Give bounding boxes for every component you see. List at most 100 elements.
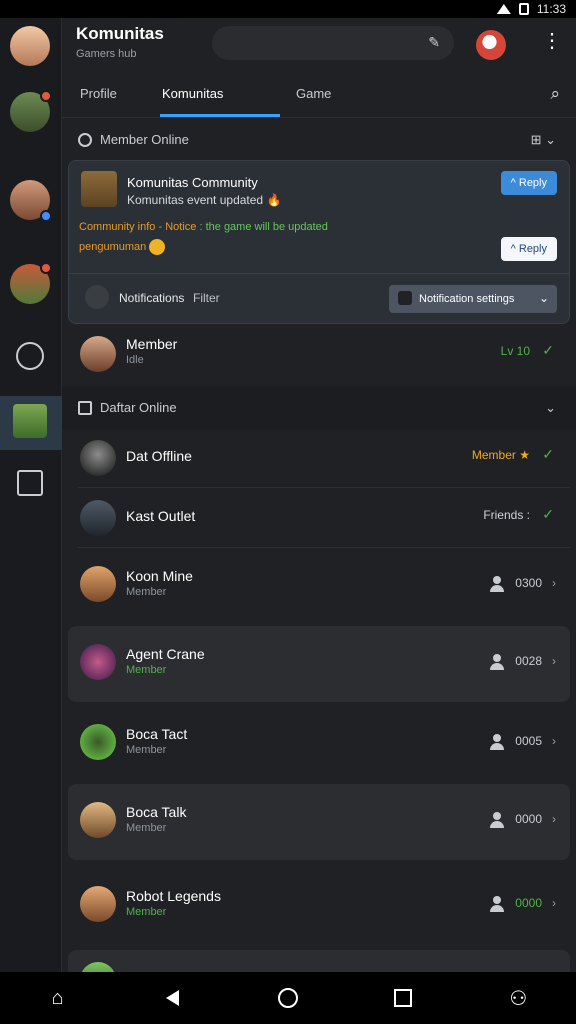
chevron-right-icon: › — [552, 734, 556, 748]
avatar — [80, 886, 116, 922]
row-name: Robot Legends — [126, 888, 221, 904]
back-button[interactable] — [155, 980, 191, 1016]
row-sub: Member — [126, 744, 167, 756]
voice-icon[interactable]: ✎ — [428, 34, 440, 51]
row-level: Lv 10 — [500, 344, 530, 358]
profile-avatar[interactable] — [10, 26, 50, 66]
member-count: 0300 — [515, 576, 542, 590]
chevron-right-icon: › — [552, 896, 556, 910]
list-item[interactable]: Kast Outlet Friends : ✓ — [68, 488, 570, 548]
pencil-icon — [398, 291, 412, 305]
user-avatar-button[interactable] — [476, 30, 506, 60]
avatar — [80, 802, 116, 838]
chevron-down-icon: ⌄ — [538, 291, 549, 305]
back-icon — [166, 990, 180, 1006]
section-header-online: Member Online — [78, 132, 189, 147]
foot-label-2[interactable]: Filter — [193, 291, 220, 305]
row-role: Member ★ — [471, 448, 530, 462]
list-item[interactable]: Boca Tact Member 0005 › — [68, 708, 570, 780]
notification-select[interactable]: Notification settings ⌄ — [389, 285, 557, 313]
community-avatar-1[interactable] — [10, 90, 52, 132]
member-count: 0000 — [515, 812, 542, 826]
more-options-icon[interactable]: ⋮ — [542, 28, 562, 53]
foot-label: Notifications — [119, 291, 185, 305]
list-item[interactable]: Boca Talk Member 0000 › — [68, 784, 570, 860]
collapse-toggle[interactable]: ⌄ — [545, 400, 556, 416]
list-item[interactable]: Agent Crane Member 0028 › — [68, 626, 570, 702]
avatar — [80, 962, 116, 972]
home-button[interactable] — [270, 980, 306, 1016]
status-bar: 11:33 — [0, 0, 576, 18]
active-tab-indicator — [160, 114, 280, 117]
card-avatar — [81, 171, 117, 207]
card-title: Komunitas Community — [127, 175, 258, 190]
list-item[interactable]: Dat Offline Member ★ ✓ — [68, 428, 570, 488]
card-note-line2: pengumuman — [79, 239, 166, 255]
chevron-right-icon: › — [552, 654, 556, 668]
row-sub: Member — [126, 586, 167, 598]
row-name: Dat Offline — [126, 448, 192, 464]
community-avatar-2[interactable] — [10, 180, 52, 222]
check-icon: ✓ — [542, 446, 554, 462]
avatar — [80, 644, 116, 680]
person-icon — [490, 734, 504, 750]
battery-icon — [518, 3, 529, 15]
row-sub: Member — [126, 664, 167, 676]
row-name: Kast Outlet — [126, 508, 196, 524]
chevron-right-icon: › — [552, 576, 556, 590]
member-count: 0000 — [515, 896, 542, 910]
tab-bar: Profile Komunitas Game ⌕ — [62, 74, 576, 118]
reply-secondary-button[interactable]: ^ Reply — [500, 237, 557, 261]
card-note: Community info - Notice : the game will … — [79, 221, 328, 233]
notification-icon — [85, 285, 109, 309]
row-name: Koon Mine — [126, 568, 193, 584]
row-role: Friends : — [483, 508, 530, 522]
app-header: Komunitas Gamers hub ✎ ⋮ — [62, 18, 576, 74]
recents-button[interactable] — [385, 980, 421, 1016]
main-content: Member Online ⊞ ⌄ Komunitas Community Ko… — [62, 118, 576, 972]
status-time: 11:33 — [536, 2, 566, 16]
row-sub: Member — [126, 822, 167, 834]
side-rail — [0, 18, 62, 972]
check-icon: ✓ — [542, 342, 554, 358]
notification-badge — [40, 90, 52, 102]
notification-badge — [40, 210, 52, 222]
people-icon[interactable]: ⚇ — [500, 980, 536, 1016]
home-icon[interactable]: ⌂ — [40, 980, 76, 1016]
section-header-members: Daftar Online — [78, 400, 177, 415]
search-icon[interactable]: ⌕ — [550, 84, 560, 104]
notification-badge — [40, 262, 52, 274]
circle-icon — [277, 988, 298, 1008]
community-avatar-active[interactable] — [13, 404, 47, 438]
check-icon: ✓ — [542, 506, 554, 522]
list-item[interactable]: Member Idle Lv 10 ✓ — [68, 324, 570, 384]
member-count: 0005 — [515, 734, 542, 748]
list-item[interactable]: Robot Legends Member 0000 › — [68, 870, 570, 946]
avatar — [80, 566, 116, 602]
clipboard-icon[interactable] — [17, 470, 43, 496]
system-nav-bar: ⌂ ⚇ — [0, 972, 576, 1024]
list-item[interactable]: Koon Mine Member 0300 › — [68, 550, 570, 622]
tab-profile[interactable]: Profile — [80, 86, 117, 101]
row-name: Member — [126, 336, 178, 352]
square-icon — [394, 989, 413, 1007]
avatar — [80, 440, 116, 476]
tab-komunitas[interactable]: Komunitas — [162, 86, 223, 101]
avatar — [80, 336, 116, 372]
row-sub: Idle — [126, 354, 144, 366]
section-title: Member Online — [100, 132, 189, 147]
emoji-icon — [149, 239, 166, 255]
tab-game[interactable]: Game — [296, 86, 331, 101]
compass-icon[interactable] — [16, 342, 44, 370]
avatar — [80, 500, 116, 536]
list-item-partial[interactable] — [68, 950, 570, 972]
reply-button[interactable]: ^ Reply — [500, 171, 557, 195]
app-subtitle: Gamers hub — [76, 48, 137, 60]
featured-card: Komunitas Community Komunitas event upda… — [68, 160, 570, 324]
person-icon — [490, 896, 504, 912]
list-icon — [78, 400, 92, 415]
grid-view-toggle[interactable]: ⊞ ⌄ — [531, 132, 556, 148]
search-input[interactable]: ✎ — [212, 26, 454, 60]
wifi-icon — [496, 4, 511, 14]
community-avatar-3[interactable] — [10, 262, 52, 304]
